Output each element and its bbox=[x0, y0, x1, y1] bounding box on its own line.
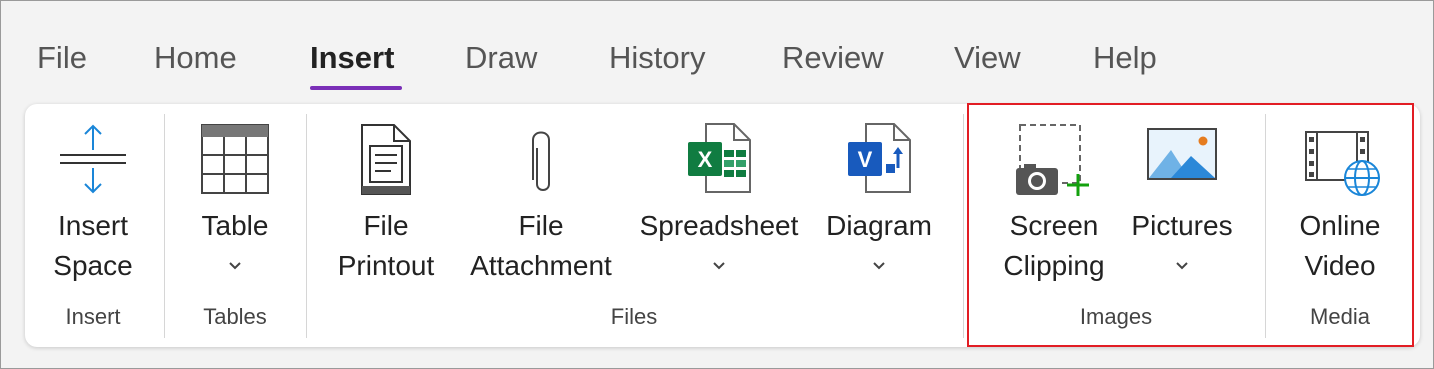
pictures-icon bbox=[1125, 122, 1239, 197]
pictures-label: Pictures bbox=[1131, 210, 1233, 241]
pictures-button[interactable]: Pictures bbox=[1125, 104, 1239, 304]
group-divider bbox=[306, 114, 307, 338]
diagram-button[interactable]: V Diagram bbox=[820, 104, 938, 304]
group-label-media: Media bbox=[1310, 304, 1370, 329]
excel-icon: X bbox=[635, 122, 803, 197]
active-tab-indicator bbox=[310, 86, 402, 90]
tab-home[interactable]: Home bbox=[154, 40, 237, 76]
chevron-down-icon[interactable] bbox=[1125, 250, 1239, 280]
online-video-label-line2: Video bbox=[1304, 250, 1376, 281]
screen-clipping-button[interactable]: Screen Clipping bbox=[993, 104, 1115, 304]
group-label-insert: Insert bbox=[65, 304, 121, 329]
table-label: Table bbox=[201, 210, 269, 241]
ribbon-tabs: File Home Insert Draw History Review Vie… bbox=[0, 0, 1434, 100]
ribbon-panel: Insert Space Insert Table Tables File Pr… bbox=[25, 104, 1420, 347]
online-video-label-line1: Online bbox=[1299, 210, 1381, 241]
diagram-label: Diagram bbox=[826, 210, 932, 241]
tab-help[interactable]: Help bbox=[1093, 40, 1157, 76]
chevron-down-icon[interactable] bbox=[635, 250, 803, 280]
tab-insert[interactable]: Insert bbox=[310, 40, 394, 76]
screen-clipping-icon bbox=[993, 122, 1115, 197]
group-divider bbox=[963, 114, 964, 338]
online-video-icon bbox=[1287, 122, 1393, 197]
insert-space-label-line1: Insert bbox=[57, 210, 129, 241]
group-label-files: Files bbox=[610, 304, 658, 329]
svg-text:V: V bbox=[858, 147, 873, 172]
insert-space-button[interactable]: Insert Space bbox=[45, 104, 141, 304]
insert-space-icon bbox=[45, 122, 141, 197]
chevron-down-icon[interactable] bbox=[185, 250, 285, 280]
screen-clipping-label-line1: Screen bbox=[1009, 210, 1099, 241]
file-printout-icon bbox=[330, 122, 442, 197]
tab-review[interactable]: Review bbox=[782, 40, 884, 76]
file-attachment-label-line2: Attachment bbox=[470, 250, 612, 281]
paperclip-icon bbox=[463, 122, 619, 197]
group-label-tables: Tables bbox=[203, 304, 267, 329]
tab-view[interactable]: View bbox=[954, 40, 1021, 76]
tab-history[interactable]: History bbox=[609, 40, 705, 76]
tab-draw[interactable]: Draw bbox=[465, 40, 537, 76]
chevron-down-icon[interactable] bbox=[820, 250, 938, 280]
online-video-button[interactable]: Online Video bbox=[1287, 104, 1393, 304]
spreadsheet-button[interactable]: X Spreadsheet bbox=[635, 104, 803, 304]
tab-file[interactable]: File bbox=[37, 40, 87, 76]
file-printout-button[interactable]: File Printout bbox=[330, 104, 442, 304]
screen-clipping-label-line2: Clipping bbox=[1003, 250, 1105, 281]
group-divider bbox=[1265, 114, 1266, 338]
file-attachment-button[interactable]: File Attachment bbox=[463, 104, 619, 304]
insert-space-label-line2: Space bbox=[53, 250, 133, 281]
spreadsheet-label: Spreadsheet bbox=[639, 210, 799, 241]
file-printout-label-line1: File bbox=[363, 210, 409, 241]
table-button[interactable]: Table bbox=[185, 104, 285, 304]
group-label-images: Images bbox=[1079, 304, 1153, 329]
file-attachment-label-line1: File bbox=[518, 210, 564, 241]
table-icon bbox=[185, 122, 285, 197]
group-divider bbox=[164, 114, 165, 338]
file-printout-label-line2: Printout bbox=[337, 250, 435, 281]
svg-text:X: X bbox=[698, 147, 713, 172]
visio-icon: V bbox=[820, 122, 938, 197]
